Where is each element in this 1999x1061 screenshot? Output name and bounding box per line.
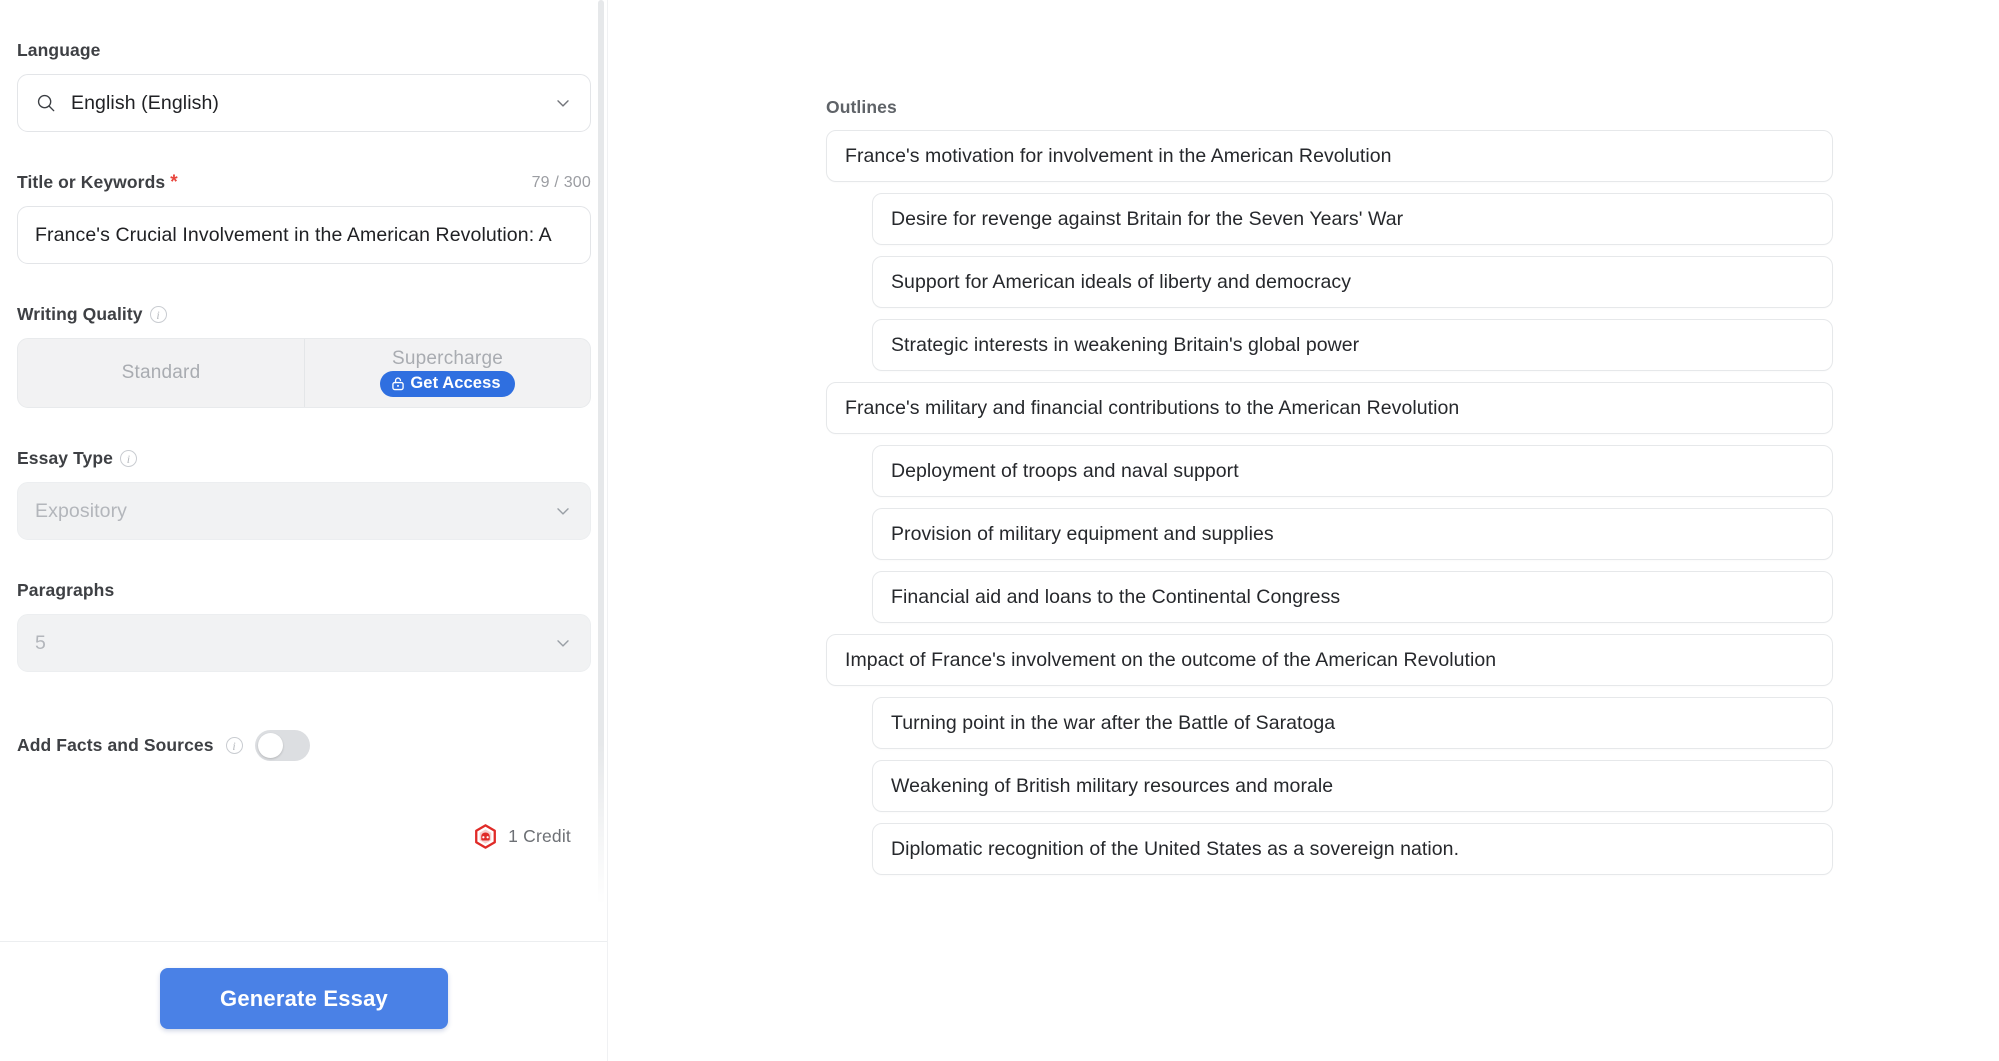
chevron-down-icon bbox=[553, 633, 573, 653]
outline-item[interactable]: France's military and financial contribu… bbox=[826, 382, 1833, 434]
credit-text: 1 Credit bbox=[508, 826, 571, 847]
writing-quality-option-standard[interactable]: Standard bbox=[18, 339, 304, 407]
info-icon[interactable]: i bbox=[120, 450, 137, 467]
essay-type-select[interactable]: Expository bbox=[17, 482, 591, 540]
outline-item[interactable]: Provision of military equipment and supp… bbox=[872, 508, 1833, 560]
lock-open-icon bbox=[391, 376, 405, 391]
outline-list: France's motivation for involvement in t… bbox=[826, 130, 1833, 875]
essay-generator-app: Language English (English) Title or Keyw… bbox=[0, 0, 1999, 1061]
credit-row: 1 Credit bbox=[17, 823, 591, 850]
outlines-panel: Outlines France's motivation for involve… bbox=[608, 0, 1999, 1061]
add-facts-sources-label: Add Facts and Sources bbox=[17, 735, 214, 756]
character-counter: 79 / 300 bbox=[532, 174, 591, 192]
settings-scrollbar[interactable] bbox=[598, 0, 604, 905]
outline-item[interactable]: Turning point in the war after the Battl… bbox=[872, 697, 1833, 749]
writing-quality-option-supercharge[interactable]: Supercharge Get Access bbox=[304, 339, 590, 407]
writing-quality-segmented-control: Standard Supercharge Get Access bbox=[17, 338, 591, 408]
settings-panel: Language English (English) Title or Keyw… bbox=[0, 0, 608, 1061]
title-keywords-label-text: Title or Keywords bbox=[17, 172, 165, 193]
outline-item[interactable]: Impact of France's involvement on the ou… bbox=[826, 634, 1833, 686]
outline-item[interactable]: France's motivation for involvement in t… bbox=[826, 130, 1833, 182]
add-facts-sources-row: Add Facts and Sources i bbox=[17, 730, 591, 761]
title-keywords-label: Title or Keywords * bbox=[17, 172, 178, 193]
get-access-label: Get Access bbox=[410, 374, 500, 393]
add-facts-sources-toggle[interactable] bbox=[255, 730, 310, 761]
outline-item[interactable]: Diplomatic recognition of the United Sta… bbox=[872, 823, 1833, 875]
footer-bar: Generate Essay bbox=[0, 942, 608, 1061]
chevron-down-icon bbox=[553, 501, 573, 521]
language-select[interactable]: English (English) bbox=[17, 74, 591, 132]
outlines-heading: Outlines bbox=[826, 97, 1833, 118]
supercharge-label: Supercharge bbox=[392, 349, 503, 369]
info-icon[interactable]: i bbox=[150, 306, 167, 323]
generate-essay-button[interactable]: Generate Essay bbox=[160, 968, 448, 1029]
paragraphs-value: 5 bbox=[35, 632, 539, 655]
settings-scroll-area: Language English (English) Title or Keyw… bbox=[0, 0, 608, 941]
writing-quality-label-text: Writing Quality bbox=[17, 304, 143, 325]
outline-item[interactable]: Desire for revenge against Britain for t… bbox=[872, 193, 1833, 245]
search-icon bbox=[35, 92, 57, 114]
outline-item[interactable]: Support for American ideals of liberty a… bbox=[872, 256, 1833, 308]
outline-item[interactable]: Strategic interests in weakening Britain… bbox=[872, 319, 1833, 371]
essay-type-label: Essay Type i bbox=[17, 448, 591, 469]
get-access-button[interactable]: Get Access bbox=[380, 371, 514, 397]
title-keywords-value: France's Crucial Involvement in the Amer… bbox=[35, 224, 573, 247]
writing-quality-label: Writing Quality i bbox=[17, 304, 591, 325]
outline-item[interactable]: Deployment of troops and naval support bbox=[872, 445, 1833, 497]
outline-item[interactable]: Weakening of British military resources … bbox=[872, 760, 1833, 812]
chevron-down-icon bbox=[553, 93, 573, 113]
essay-type-value: Expository bbox=[35, 500, 539, 523]
title-keywords-label-row: Title or Keywords * 79 / 300 bbox=[17, 172, 591, 193]
outline-item[interactable]: Financial aid and loans to the Continent… bbox=[872, 571, 1833, 623]
standard-label: Standard bbox=[122, 363, 201, 383]
title-keywords-input[interactable]: France's Crucial Involvement in the Amer… bbox=[17, 206, 591, 264]
language-label: Language bbox=[17, 40, 591, 61]
info-icon[interactable]: i bbox=[226, 737, 243, 754]
credit-token-icon bbox=[472, 823, 499, 850]
paragraphs-label: Paragraphs bbox=[17, 580, 591, 601]
paragraphs-select[interactable]: 5 bbox=[17, 614, 591, 672]
language-value: English (English) bbox=[71, 92, 539, 115]
essay-type-label-text: Essay Type bbox=[17, 448, 113, 469]
required-marker: * bbox=[170, 173, 178, 192]
toggle-knob bbox=[258, 733, 283, 758]
